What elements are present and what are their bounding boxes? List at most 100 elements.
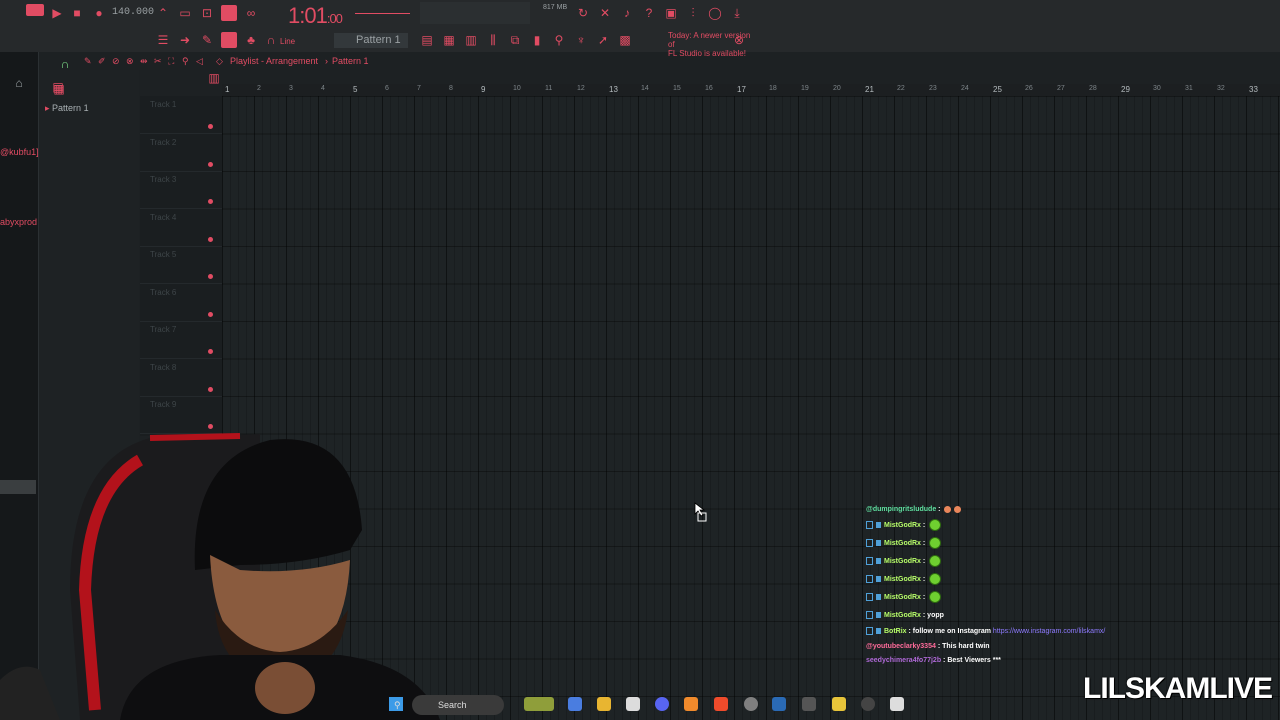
save-icon[interactable]: ▣: [664, 6, 678, 20]
chat-message: MistGodRx :: [866, 537, 942, 551]
track-mute-led[interactable]: [208, 161, 213, 167]
arrow-right-icon[interactable]: ➜: [178, 33, 192, 47]
tuner-icon[interactable]: ⚲: [552, 33, 566, 47]
brave-icon[interactable]: [714, 697, 728, 711]
delete-tool-icon[interactable]: ⊘: [112, 56, 120, 67]
browser-icon[interactable]: ▥: [464, 33, 478, 47]
help-icon[interactable]: ?: [642, 6, 656, 20]
stop-icon[interactable]: ■: [70, 6, 84, 20]
capcut-icon[interactable]: [890, 697, 904, 711]
magnet-snap-icon[interactable]: ∩: [58, 57, 72, 71]
blend-notes-button[interactable]: [221, 5, 237, 21]
download-icon[interactable]: ⤓: [730, 6, 744, 20]
track-header[interactable]: Track 1: [140, 96, 222, 134]
breadcrumb-separator: ›: [325, 56, 328, 66]
track-mute-led[interactable]: [208, 274, 213, 279]
tag-icon[interactable]: ⌂: [12, 76, 26, 90]
master-volume-slider[interactable]: [355, 13, 410, 14]
snap-mode[interactable]: Line: [280, 37, 295, 46]
track-header[interactable]: Track 5: [140, 246, 222, 284]
arrow-icon[interactable]: ➚: [596, 33, 610, 47]
playback-tool-icon[interactable]: ◁: [196, 56, 203, 67]
discord-icon[interactable]: [655, 697, 669, 711]
track-header[interactable]: Track 2: [140, 134, 222, 172]
browser-pattern-item[interactable]: ▸ Pattern 1: [45, 103, 89, 114]
track-header[interactable]: Track 4: [140, 209, 222, 247]
breadcrumb-pattern[interactable]: Pattern 1: [332, 56, 369, 66]
steam-icon[interactable]: [772, 697, 786, 711]
bar-number: 31: [1185, 85, 1193, 92]
tempo-display[interactable]: 140.000: [112, 7, 154, 18]
weather-widget-icon[interactable]: [524, 697, 554, 711]
grid-view-icon[interactable]: ▦: [52, 82, 66, 96]
piano-roll-icon[interactable]: ▦: [442, 33, 456, 47]
track-mute-led[interactable]: [208, 199, 213, 204]
track-header[interactable]: Track 6: [140, 284, 222, 322]
chat-link[interactable]: https://www.instagram.com/lilskamx/: [993, 628, 1105, 635]
track-name: Track 3: [150, 175, 177, 184]
track-header[interactable]: Track 7: [140, 321, 222, 359]
mic-icon[interactable]: ♪: [620, 6, 634, 20]
fl-studio-icon[interactable]: [684, 697, 698, 711]
mic-rec-icon[interactable]: ♆: [574, 33, 588, 47]
slice-tool-icon[interactable]: ✂: [154, 56, 162, 67]
4k-icon[interactable]: [861, 697, 875, 711]
obs-icon[interactable]: [744, 697, 758, 711]
file-explorer-icon[interactable]: [597, 697, 611, 711]
track-mute-led[interactable]: [208, 124, 213, 129]
track-mute-led[interactable]: [208, 386, 213, 392]
pat-song-toggle[interactable]: [26, 4, 44, 16]
app-icon[interactable]: [802, 697, 816, 711]
arrangement-icon[interactable]: ◇: [216, 56, 223, 67]
mute-tool-icon[interactable]: ⊗: [126, 56, 134, 67]
zoom-tool-icon[interactable]: ⚲: [182, 56, 189, 67]
search-icon: ⚲: [394, 700, 401, 710]
pencil-tool-icon[interactable]: ✎: [84, 56, 92, 67]
track-name: Track 6: [150, 287, 177, 297]
channel-rack-icon[interactable]: ▤: [420, 33, 434, 47]
record-view-icon[interactable]: ▮: [530, 33, 544, 47]
undo-icon[interactable]: ↻: [576, 6, 590, 20]
chat-message: MistGodRx :: [866, 555, 942, 569]
pencil-icon[interactable]: ✎: [200, 33, 214, 47]
play-icon[interactable]: ▶: [50, 6, 64, 20]
magnet-icon[interactable]: ∩: [264, 33, 278, 47]
pattern-selector[interactable]: Pattern 1: [334, 33, 408, 48]
stamp-icon[interactable]: ♣: [244, 33, 258, 47]
loop-record-icon[interactable]: ∞: [244, 6, 258, 20]
hands: [255, 662, 315, 714]
wait-icon[interactable]: ▭: [178, 6, 192, 20]
cpu-icon[interactable]: ▩: [618, 33, 632, 47]
bar-number: 25: [993, 85, 1002, 94]
select-tool-icon[interactable]: ⛶: [168, 56, 174, 67]
slip-tool-icon[interactable]: ⇹: [140, 56, 148, 67]
metronome-icon[interactable]: ⌃: [156, 6, 170, 20]
plugin-icon[interactable]: ⧉: [508, 33, 522, 47]
record-icon[interactable]: ●: [92, 6, 106, 20]
overview-icon[interactable]: ▥: [207, 71, 221, 85]
paint-tool-button[interactable]: [221, 32, 237, 48]
track-mute-led[interactable]: [208, 349, 213, 354]
bar-number: 16: [705, 85, 713, 92]
track-mute-led[interactable]: [208, 236, 213, 242]
countdown-icon[interactable]: ⊡: [200, 6, 214, 20]
stack-icon[interactable]: [832, 697, 846, 711]
store-icon[interactable]: [626, 697, 640, 711]
mixer-view-icon[interactable]: ⫼: [486, 33, 500, 47]
track-mute-led[interactable]: [208, 311, 213, 317]
chat-badge-icon: [876, 628, 881, 635]
copilot-icon[interactable]: [568, 697, 582, 711]
cut-icon[interactable]: ✕: [598, 6, 612, 20]
track-header[interactable]: Track 8: [140, 359, 222, 397]
breadcrumb-playlist[interactable]: Playlist - Arrangement: [230, 56, 318, 66]
brush-tool-icon[interactable]: ✐: [98, 56, 106, 67]
chat-icon[interactable]: ◯: [708, 6, 722, 20]
bar-number: 21: [865, 85, 874, 94]
bar-number: 14: [641, 85, 649, 92]
chat-badge-icon: [866, 593, 873, 602]
view-playlist-icon[interactable]: ☰: [156, 33, 170, 47]
mixer-icon[interactable]: ⫶: [686, 6, 700, 20]
settings-icon[interactable]: ⊗: [732, 33, 746, 47]
taskbar-search[interactable]: ⚲ Search: [394, 695, 504, 715]
track-header[interactable]: Track 3: [140, 171, 222, 209]
